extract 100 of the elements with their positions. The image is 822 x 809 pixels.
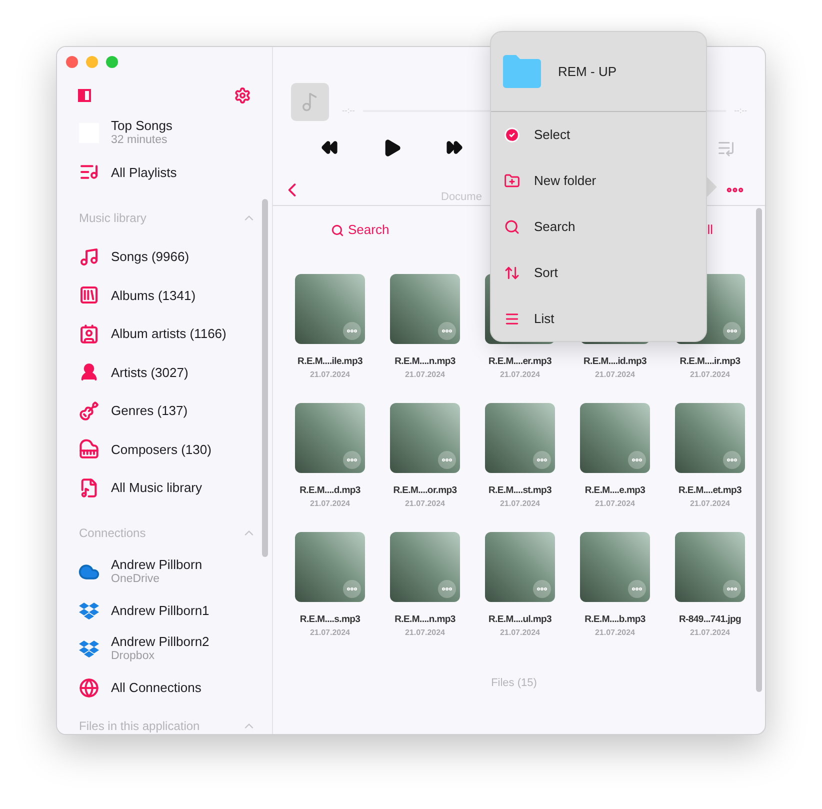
more-button[interactable] <box>723 322 741 340</box>
select-all-button[interactable]: ll <box>707 220 713 240</box>
more-button[interactable] <box>438 580 456 598</box>
file-name: R.E.M....n.mp3 <box>394 613 456 627</box>
more-button[interactable] <box>343 322 361 340</box>
settings-icon[interactable] <box>234 86 251 104</box>
menu-item[interactable]: Select <box>491 112 706 158</box>
file-date: 21.07.2024 <box>500 498 540 510</box>
more-button[interactable] <box>628 451 646 469</box>
person-icon <box>79 362 99 382</box>
menu-item[interactable]: List <box>491 296 706 341</box>
close-button[interactable] <box>66 56 78 68</box>
file-thumbnail[interactable] <box>295 274 365 344</box>
elapsed-time: --:-- <box>342 105 355 117</box>
file-date: 21.07.2024 <box>690 627 730 639</box>
more-button[interactable] <box>533 580 551 598</box>
playlist-title[interactable]: Top Songs <box>111 118 172 133</box>
more-button[interactable] <box>723 451 741 469</box>
sidebar-item[interactable]: All Music library <box>57 468 272 507</box>
sidebar-toggle-icon[interactable] <box>78 88 91 102</box>
file-name: R.E.M....ile.mp3 <box>298 355 362 369</box>
menu-item[interactable]: Sort <box>491 250 706 296</box>
file-name: R.E.M....e.mp3 <box>584 484 646 498</box>
file-thumbnail[interactable] <box>485 403 555 473</box>
sidebar-item[interactable]: Andrew Pillborn2 Dropbox <box>57 630 272 668</box>
zoom-button[interactable] <box>106 56 118 68</box>
file-name: R-849...741.jpg <box>678 613 742 627</box>
album-stack-icon <box>79 285 99 306</box>
file-thumbnail[interactable] <box>675 532 745 602</box>
sidebar-item[interactable]: All Connections <box>57 668 272 707</box>
more-button[interactable] <box>438 322 456 340</box>
sidebar-item[interactable]: Album artists (1166) <box>57 314 272 353</box>
scrollbar[interactable] <box>262 199 268 557</box>
playlist-duration: 32 minutes <box>111 133 168 148</box>
menu-title: REM - UP <box>558 62 616 81</box>
more-button[interactable] <box>343 451 361 469</box>
section-header: Music library <box>79 210 146 226</box>
file-name: R.E.M....d.mp3 <box>300 484 360 498</box>
file-thumbnail[interactable] <box>390 532 460 602</box>
file-thumbnail[interactable] <box>580 532 650 602</box>
file-name: R.E.M....er.mp3 <box>488 355 552 369</box>
more-button[interactable] <box>343 580 361 598</box>
menu-item[interactable]: New folder <box>491 158 706 204</box>
new-folder-icon <box>504 172 520 190</box>
more-button[interactable] <box>723 580 741 598</box>
file-date: 21.07.2024 <box>500 627 540 639</box>
remaining-time: --:-- <box>734 105 747 117</box>
file-count: Files (15) <box>491 676 537 691</box>
file-date: 21.07.2024 <box>594 369 636 381</box>
search-icon <box>331 224 344 236</box>
menu-item[interactable]: Search <box>491 204 706 250</box>
search-button[interactable]: Search <box>331 220 390 240</box>
file-date: 21.07.2024 <box>310 627 350 639</box>
file-name: R.E.M....id.mp3 <box>583 355 647 369</box>
file-date: 21.07.2024 <box>594 627 636 639</box>
search-icon <box>504 218 520 236</box>
file-thumbnail[interactable] <box>580 403 650 473</box>
scrollbar[interactable] <box>756 208 762 692</box>
piano-icon <box>79 439 99 460</box>
file-date: 21.07.2024 <box>690 498 730 510</box>
rewind-icon[interactable] <box>321 139 338 156</box>
file-thumbnail[interactable] <box>390 274 460 344</box>
sidebar-item[interactable]: Albums (1341) <box>57 276 272 314</box>
file-thumbnail[interactable] <box>390 403 460 473</box>
sidebar-item[interactable]: Songs (9966) <box>57 238 272 276</box>
fast-forward-icon[interactable] <box>446 139 463 156</box>
sidebar-item[interactable]: Andrew Pillborn1 <box>57 592 272 630</box>
file-name: R.E.M....ul.mp3 <box>488 613 552 627</box>
sidebar-item[interactable]: Composers (130) <box>57 430 272 468</box>
file-thumbnail[interactable] <box>295 532 365 602</box>
more-button[interactable] <box>533 451 551 469</box>
album-artist-icon <box>79 324 99 344</box>
more-button[interactable] <box>628 580 646 598</box>
file-date: 21.07.2024 <box>404 498 446 510</box>
file-name: R.E.M....s.mp3 <box>300 613 360 627</box>
dropbox-icon <box>79 600 99 621</box>
file-date: 21.07.2024 <box>404 627 446 639</box>
sidebar-item[interactable]: Artists (3027) <box>57 353 272 392</box>
file-name: R.E.M....b.mp3 <box>584 613 646 627</box>
file-thumbnail[interactable] <box>295 403 365 473</box>
file-date: 21.07.2024 <box>500 369 540 381</box>
item-subtitle: OneDrive <box>111 572 161 588</box>
section-header: Files in this application <box>79 718 200 734</box>
file-date: 21.07.2024 <box>404 369 446 381</box>
file-date: 21.07.2024 <box>690 369 730 381</box>
more-button[interactable] <box>438 451 456 469</box>
check-circle-icon <box>504 126 520 144</box>
sidebar-item[interactable]: All Playlists <box>57 153 272 192</box>
globe-icon <box>79 678 99 698</box>
section-header: Connections <box>79 525 146 542</box>
file-thumbnail[interactable] <box>485 532 555 602</box>
file-name: R.E.M....et.mp3 <box>678 484 742 498</box>
file-date: 21.07.2024 <box>310 498 350 510</box>
file-thumbnail[interactable] <box>675 403 745 473</box>
folder-icon <box>503 55 541 88</box>
dropbox-icon <box>79 639 99 660</box>
file-name: R.E.M....or.mp3 <box>393 484 457 498</box>
music-file-icon <box>79 478 99 498</box>
sidebar-item[interactable]: Andrew Pillborn OneDrive <box>57 553 272 592</box>
sidebar-item[interactable]: Genres (137) <box>57 392 272 430</box>
